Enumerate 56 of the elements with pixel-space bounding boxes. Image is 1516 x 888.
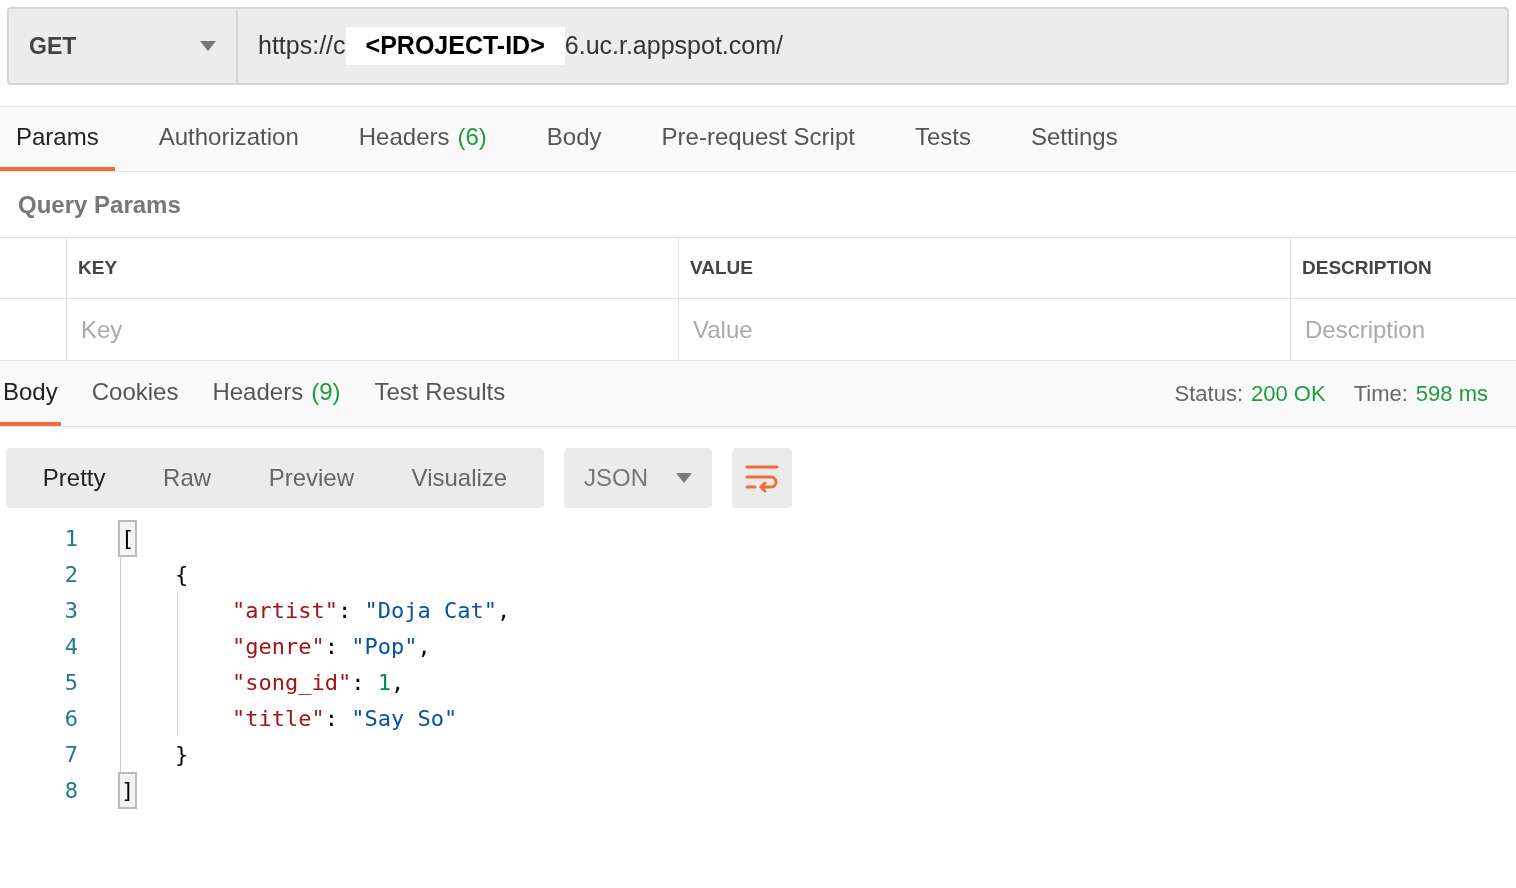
view-mode-tab[interactable]: Pretty bbox=[42, 460, 106, 496]
code-token: } bbox=[175, 740, 189, 769]
tab[interactable]: Headers (9) bbox=[209, 361, 344, 426]
code-token: [ bbox=[118, 519, 138, 557]
status-label: Status: bbox=[1174, 380, 1244, 408]
tab[interactable]: Pre-request Script bbox=[645, 107, 871, 171]
code-token: "Doja Cat" bbox=[364, 596, 497, 625]
url-field[interactable]: https://c <PROJECT-ID> 6.uc.r.appspot.com/ bbox=[238, 9, 1507, 83]
code-token: : bbox=[324, 704, 339, 733]
tab[interactable]: Params bbox=[0, 107, 115, 171]
view-mode-tab[interactable]: Visualize bbox=[411, 460, 508, 496]
code-token: , bbox=[390, 668, 405, 697]
caret-icon bbox=[676, 473, 692, 483]
code-token: "Pop" bbox=[351, 632, 418, 661]
line-number: 5 bbox=[63, 668, 78, 697]
status-value: 200 OK bbox=[1251, 380, 1326, 408]
code-token: "title" bbox=[232, 704, 325, 733]
code-token: 1 bbox=[377, 668, 391, 697]
wrap-button[interactable] bbox=[732, 448, 792, 508]
view-mode-tab[interactable]: Raw bbox=[163, 460, 212, 496]
code-token: "artist" bbox=[232, 596, 338, 625]
caret-icon bbox=[200, 41, 216, 51]
tab[interactable]: Test Results bbox=[371, 361, 509, 426]
line-number: 1 bbox=[63, 524, 78, 553]
code-token: , bbox=[496, 596, 511, 625]
redaction-label: <PROJECT-ID> bbox=[345, 27, 565, 65]
line-number: 2 bbox=[63, 560, 78, 589]
format-dropdown[interactable]: JSON bbox=[564, 448, 712, 508]
section-title: Query Params bbox=[0, 172, 1516, 238]
wrap-lines-icon bbox=[745, 463, 779, 493]
tab[interactable]: Tests bbox=[898, 107, 987, 171]
tab[interactable]: Body bbox=[530, 107, 618, 171]
code-token: : bbox=[337, 596, 353, 625]
status-value: 598 ms bbox=[1415, 380, 1488, 408]
table-cell bbox=[0, 238, 67, 299]
status-label: Time: bbox=[1353, 380, 1408, 408]
code-token: { bbox=[175, 560, 189, 589]
tab[interactable]: Authorization bbox=[142, 107, 315, 171]
line-number: 4 bbox=[63, 632, 78, 661]
code-token: "song_id" bbox=[232, 668, 352, 697]
code-token: : bbox=[324, 632, 339, 661]
tab[interactable]: Settings bbox=[1014, 107, 1134, 171]
tab[interactable]: Body bbox=[0, 361, 61, 426]
code-token: "Say So" bbox=[351, 704, 458, 733]
tab[interactable]: Headers (6) bbox=[342, 107, 503, 171]
code-token: : bbox=[351, 668, 366, 697]
line-number: 8 bbox=[63, 776, 78, 805]
line-number: 6 bbox=[63, 704, 78, 733]
code-token: , bbox=[417, 632, 431, 661]
code-token: ] bbox=[118, 771, 138, 809]
view-mode-tab[interactable]: Preview bbox=[268, 460, 354, 496]
line-number: 7 bbox=[63, 740, 78, 769]
method-dropdown[interactable]: GET bbox=[9, 9, 238, 83]
tab[interactable]: Cookies bbox=[88, 361, 182, 426]
line-number: 3 bbox=[63, 596, 78, 625]
code-token: "genre" bbox=[232, 632, 325, 661]
